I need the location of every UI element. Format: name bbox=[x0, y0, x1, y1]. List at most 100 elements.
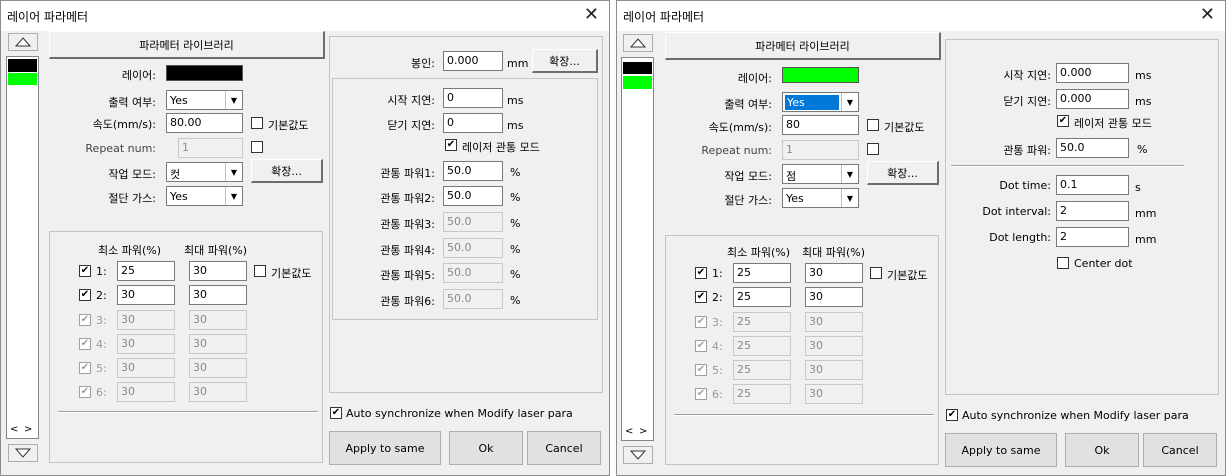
repeat-input[interactable]: 1 bbox=[782, 140, 859, 160]
power-row-label: 3: bbox=[96, 314, 107, 327]
center-dot-checkbox[interactable] bbox=[1057, 257, 1069, 269]
power-row-checkbox[interactable]: ✔ bbox=[79, 265, 91, 277]
through-mode-label: 레이저 관통 모드 bbox=[462, 141, 540, 154]
speed-default-checkbox[interactable] bbox=[251, 117, 263, 129]
close-delay-input[interactable]: 0.000 bbox=[1056, 89, 1129, 109]
power-group-divider bbox=[58, 411, 318, 413]
seal-expand-button[interactable]: 확장... bbox=[532, 49, 598, 73]
min-power-input: 25 bbox=[733, 384, 791, 404]
scroll-left-button[interactable]: < bbox=[10, 424, 18, 435]
power-default-checkbox[interactable] bbox=[870, 267, 882, 279]
mode-expand-button[interactable]: 확장... bbox=[251, 159, 323, 183]
min-power-input[interactable]: 25 bbox=[117, 261, 175, 281]
auto-sync-checkbox[interactable]: ✔ bbox=[946, 409, 958, 421]
layer-list-scrollbar[interactable]: < > bbox=[622, 426, 653, 440]
dot-interval-input[interactable]: 2 bbox=[1056, 201, 1129, 221]
speed-input[interactable]: 80 bbox=[782, 115, 859, 135]
max-power-input: 30 bbox=[189, 382, 247, 402]
layer-item-black[interactable] bbox=[8, 59, 37, 72]
layer-list-scrollbar[interactable]: < > bbox=[7, 424, 38, 438]
power-row-checkbox: ✔ bbox=[79, 362, 91, 374]
gas-label: 절단 가스: bbox=[108, 192, 156, 205]
power-row-label: 2: bbox=[96, 289, 107, 302]
repeat-label: Repeat num: bbox=[701, 144, 772, 157]
repeat-input[interactable]: 1 bbox=[178, 138, 243, 158]
min-power-input[interactable]: 25 bbox=[733, 263, 791, 283]
close-icon[interactable]: ✕ bbox=[584, 5, 599, 25]
layer-list[interactable]: < > bbox=[6, 56, 39, 439]
scroll-down-button[interactable] bbox=[8, 444, 38, 462]
power-row-checkbox[interactable]: ✔ bbox=[695, 291, 707, 303]
mode-label: 작업 모드: bbox=[108, 168, 156, 181]
start-delay-input[interactable]: 0 bbox=[443, 88, 503, 108]
cancel-button[interactable]: Cancel bbox=[527, 431, 601, 465]
mode-expand-button[interactable]: 확장... bbox=[867, 161, 939, 185]
repeat-checkbox[interactable] bbox=[867, 143, 879, 155]
mode-value: 컷 bbox=[170, 168, 181, 181]
cancel-button[interactable]: Cancel bbox=[1143, 433, 1217, 467]
scroll-down-button[interactable] bbox=[623, 446, 653, 464]
min-power-input: 30 bbox=[117, 334, 175, 354]
scroll-up-button[interactable] bbox=[623, 34, 653, 52]
min-power-input[interactable]: 25 bbox=[733, 287, 791, 307]
scroll-right-button[interactable]: > bbox=[639, 426, 647, 437]
min-power-input: 30 bbox=[117, 310, 175, 330]
dot-length-input[interactable]: 2 bbox=[1056, 227, 1129, 247]
through-power-input[interactable]: 50.0 bbox=[1056, 138, 1129, 158]
speed-default-checkbox[interactable] bbox=[867, 119, 879, 131]
through-power-input[interactable]: 50.0 bbox=[443, 161, 503, 181]
max-power-input[interactable]: 30 bbox=[189, 261, 247, 281]
through-power-input: 50.0 bbox=[443, 263, 503, 283]
max-power-input[interactable]: 30 bbox=[805, 263, 863, 283]
layer-color-swatch[interactable] bbox=[782, 67, 859, 83]
chevron-down-icon: ▼ bbox=[225, 163, 242, 181]
output-label: 출력 여부: bbox=[108, 96, 156, 109]
through-mode-checkbox[interactable]: ✔ bbox=[1057, 115, 1069, 127]
through-power-label: 관통 파워3: bbox=[380, 218, 435, 231]
scroll-right-button[interactable]: > bbox=[24, 424, 32, 435]
power-row-checkbox[interactable]: ✔ bbox=[79, 289, 91, 301]
max-power-input[interactable]: 30 bbox=[189, 285, 247, 305]
ok-button[interactable]: Ok bbox=[449, 431, 523, 465]
through-power-input: 50.0 bbox=[443, 212, 503, 232]
scroll-left-button[interactable]: < bbox=[625, 426, 633, 437]
speed-input[interactable]: 80.00 bbox=[166, 113, 243, 133]
layer-item-black[interactable] bbox=[623, 62, 652, 74]
power-row-checkbox[interactable]: ✔ bbox=[695, 267, 707, 279]
apply-to-same-button[interactable]: Apply to same bbox=[329, 431, 441, 465]
layer-color-swatch[interactable] bbox=[166, 65, 243, 81]
close-delay-input[interactable]: 0 bbox=[443, 113, 503, 133]
output-select[interactable]: Yes ▼ bbox=[166, 90, 243, 110]
min-power-input[interactable]: 30 bbox=[117, 285, 175, 305]
min-power-input: 25 bbox=[733, 336, 791, 356]
power-row-label: 1: bbox=[712, 267, 723, 280]
param-library-button[interactable]: 파라메터 라이브러리 bbox=[49, 31, 325, 59]
max-power-input[interactable]: 30 bbox=[805, 287, 863, 307]
start-delay-input[interactable]: 0.000 bbox=[1056, 63, 1129, 83]
through-mode-checkbox[interactable]: ✔ bbox=[445, 139, 457, 151]
param-library-button[interactable]: 파라메터 라이브러리 bbox=[665, 32, 941, 60]
mode-select[interactable]: 컷 ▼ bbox=[166, 162, 243, 182]
dialog-title: 레이어 파라메터 bbox=[623, 10, 705, 24]
power-default-checkbox[interactable] bbox=[254, 265, 266, 277]
auto-sync-checkbox[interactable]: ✔ bbox=[330, 407, 342, 419]
apply-to-same-button[interactable]: Apply to same bbox=[945, 433, 1057, 467]
through-power-input[interactable]: 50.0 bbox=[443, 186, 503, 206]
speed-default-label: 기본값도 bbox=[268, 119, 309, 132]
layer-item-green[interactable] bbox=[8, 73, 37, 85]
repeat-checkbox[interactable] bbox=[251, 141, 263, 153]
power-row-checkbox: ✔ bbox=[695, 316, 707, 328]
mode-select[interactable]: 점 ▼ bbox=[782, 164, 859, 184]
gas-select[interactable]: Yes ▼ bbox=[166, 186, 243, 206]
layer-item-green[interactable] bbox=[623, 76, 652, 89]
seal-input[interactable]: 0.000 bbox=[443, 51, 503, 71]
dot-time-input[interactable]: 0.1 bbox=[1056, 175, 1129, 195]
dot-interval-label: Dot interval: bbox=[982, 205, 1051, 218]
gas-select[interactable]: Yes ▼ bbox=[782, 188, 859, 208]
layer-list[interactable]: < > bbox=[621, 57, 654, 441]
through-power-label: 관통 파워5: bbox=[380, 269, 435, 282]
scroll-up-button[interactable] bbox=[8, 33, 38, 51]
output-select[interactable]: Yes ▼ bbox=[782, 92, 859, 112]
close-icon[interactable]: ✕ bbox=[1200, 5, 1215, 25]
ok-button[interactable]: Ok bbox=[1065, 433, 1139, 467]
